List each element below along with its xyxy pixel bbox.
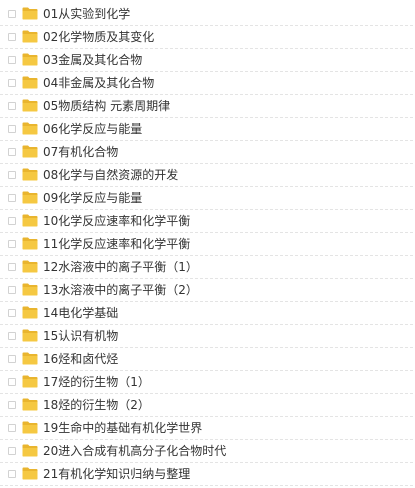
checkbox-icon[interactable] — [8, 217, 16, 225]
folder-label[interactable]: 05物质结构 元素周期律 — [43, 98, 170, 115]
checkbox-icon[interactable] — [8, 355, 16, 363]
checkbox-icon[interactable] — [8, 309, 16, 317]
folder-label[interactable]: 01从实验到化学 — [43, 6, 130, 23]
checkbox-icon[interactable] — [8, 286, 16, 294]
folder-row[interactable]: 07有机化合物 — [0, 142, 413, 164]
folder-icon — [22, 352, 38, 365]
checkbox-icon[interactable] — [8, 102, 16, 110]
folder-icon — [22, 53, 38, 66]
folder-label[interactable]: 09化学反应与能量 — [43, 190, 142, 207]
checkbox-icon[interactable] — [8, 33, 16, 41]
folder-label[interactable]: 12水溶液中的离子平衡（1） — [43, 259, 198, 276]
folder-row[interactable]: 15认识有机物 — [0, 326, 413, 348]
folder-icon — [22, 237, 38, 250]
folder-row[interactable]: 06化学反应与能量 — [0, 119, 413, 141]
folder-label[interactable]: 14电化学基础 — [43, 305, 118, 322]
checkbox-icon[interactable] — [8, 10, 16, 18]
folder-label[interactable]: 17烃的衍生物（1） — [43, 374, 150, 391]
folder-row[interactable]: 19生命中的基础有机化学世界 — [0, 418, 413, 440]
folder-list: 01从实验到化学 02化学物质及其变化 03金属及其化合物 04非金属及其化合物 05物… — [0, 0, 415, 488]
folder-row[interactable]: 10化学反应速率和化学平衡 — [0, 211, 413, 233]
checkbox-icon[interactable] — [8, 240, 16, 248]
folder-row[interactable]: 21有机化学知识归纳与整理 — [0, 464, 413, 486]
checkbox-icon[interactable] — [8, 171, 16, 179]
folder-row[interactable]: 13水溶液中的离子平衡（2） — [0, 280, 413, 302]
folder-icon — [22, 283, 38, 296]
folder-icon — [22, 260, 38, 273]
folder-label[interactable]: 15认识有机物 — [43, 328, 118, 345]
folder-row[interactable]: 14电化学基础 — [0, 303, 413, 325]
folder-icon — [22, 122, 38, 135]
folder-row[interactable]: 01从实验到化学 — [0, 4, 413, 26]
folder-label[interactable]: 21有机化学知识归纳与整理 — [43, 466, 190, 483]
folder-icon — [22, 214, 38, 227]
checkbox-icon[interactable] — [8, 194, 16, 202]
folder-row[interactable]: 05物质结构 元素周期律 — [0, 96, 413, 118]
checkbox-icon[interactable] — [8, 148, 16, 156]
checkbox-icon[interactable] — [8, 332, 16, 340]
checkbox-icon[interactable] — [8, 424, 16, 432]
folder-icon — [22, 191, 38, 204]
folder-icon — [22, 145, 38, 158]
folder-label[interactable]: 07有机化合物 — [43, 144, 118, 161]
folder-icon — [22, 76, 38, 89]
folder-label[interactable]: 04非金属及其化合物 — [43, 75, 154, 92]
checkbox-icon[interactable] — [8, 447, 16, 455]
checkbox-icon[interactable] — [8, 125, 16, 133]
folder-label[interactable]: 16烃和卤代烃 — [43, 351, 118, 368]
folder-row[interactable]: 16烃和卤代烃 — [0, 349, 413, 371]
folder-row[interactable]: 04非金属及其化合物 — [0, 73, 413, 95]
folder-label[interactable]: 13水溶液中的离子平衡（2） — [43, 282, 198, 299]
folder-icon — [22, 444, 38, 457]
folder-label[interactable]: 10化学反应速率和化学平衡 — [43, 213, 190, 230]
folder-icon — [22, 168, 38, 181]
folder-row[interactable]: 09化学反应与能量 — [0, 188, 413, 210]
checkbox-icon[interactable] — [8, 79, 16, 87]
folder-row[interactable]: 02化学物质及其变化 — [0, 27, 413, 49]
folder-label[interactable]: 08化学与自然资源的开发 — [43, 167, 178, 184]
folder-row[interactable]: 08化学与自然资源的开发 — [0, 165, 413, 187]
folder-icon — [22, 99, 38, 112]
folder-icon — [22, 329, 38, 342]
folder-row[interactable]: 18烃的衍生物（2） — [0, 395, 413, 417]
folder-icon — [22, 398, 38, 411]
folder-label[interactable]: 06化学反应与能量 — [43, 121, 142, 138]
folder-label[interactable]: 20进入合成有机高分子化合物时代 — [43, 443, 226, 460]
folder-row[interactable]: 17烃的衍生物（1） — [0, 372, 413, 394]
folder-icon — [22, 375, 38, 388]
checkbox-icon[interactable] — [8, 263, 16, 271]
folder-label[interactable]: 03金属及其化合物 — [43, 52, 142, 69]
folder-icon — [22, 306, 38, 319]
folder-label[interactable]: 19生命中的基础有机化学世界 — [43, 420, 202, 437]
folder-icon — [22, 467, 38, 480]
checkbox-icon[interactable] — [8, 470, 16, 478]
folder-row[interactable]: 20进入合成有机高分子化合物时代 — [0, 441, 413, 463]
folder-label[interactable]: 18烃的衍生物（2） — [43, 397, 150, 414]
checkbox-icon[interactable] — [8, 378, 16, 386]
folder-icon — [22, 30, 38, 43]
checkbox-icon[interactable] — [8, 401, 16, 409]
folder-row[interactable]: 11化学反应速率和化学平衡 — [0, 234, 413, 256]
folder-label[interactable]: 02化学物质及其变化 — [43, 29, 154, 46]
folder-row[interactable]: 12水溶液中的离子平衡（1） — [0, 257, 413, 279]
folder-label[interactable]: 11化学反应速率和化学平衡 — [43, 236, 190, 253]
checkbox-icon[interactable] — [8, 56, 16, 64]
folder-row[interactable]: 03金属及其化合物 — [0, 50, 413, 72]
folder-icon — [22, 421, 38, 434]
folder-icon — [22, 7, 38, 20]
